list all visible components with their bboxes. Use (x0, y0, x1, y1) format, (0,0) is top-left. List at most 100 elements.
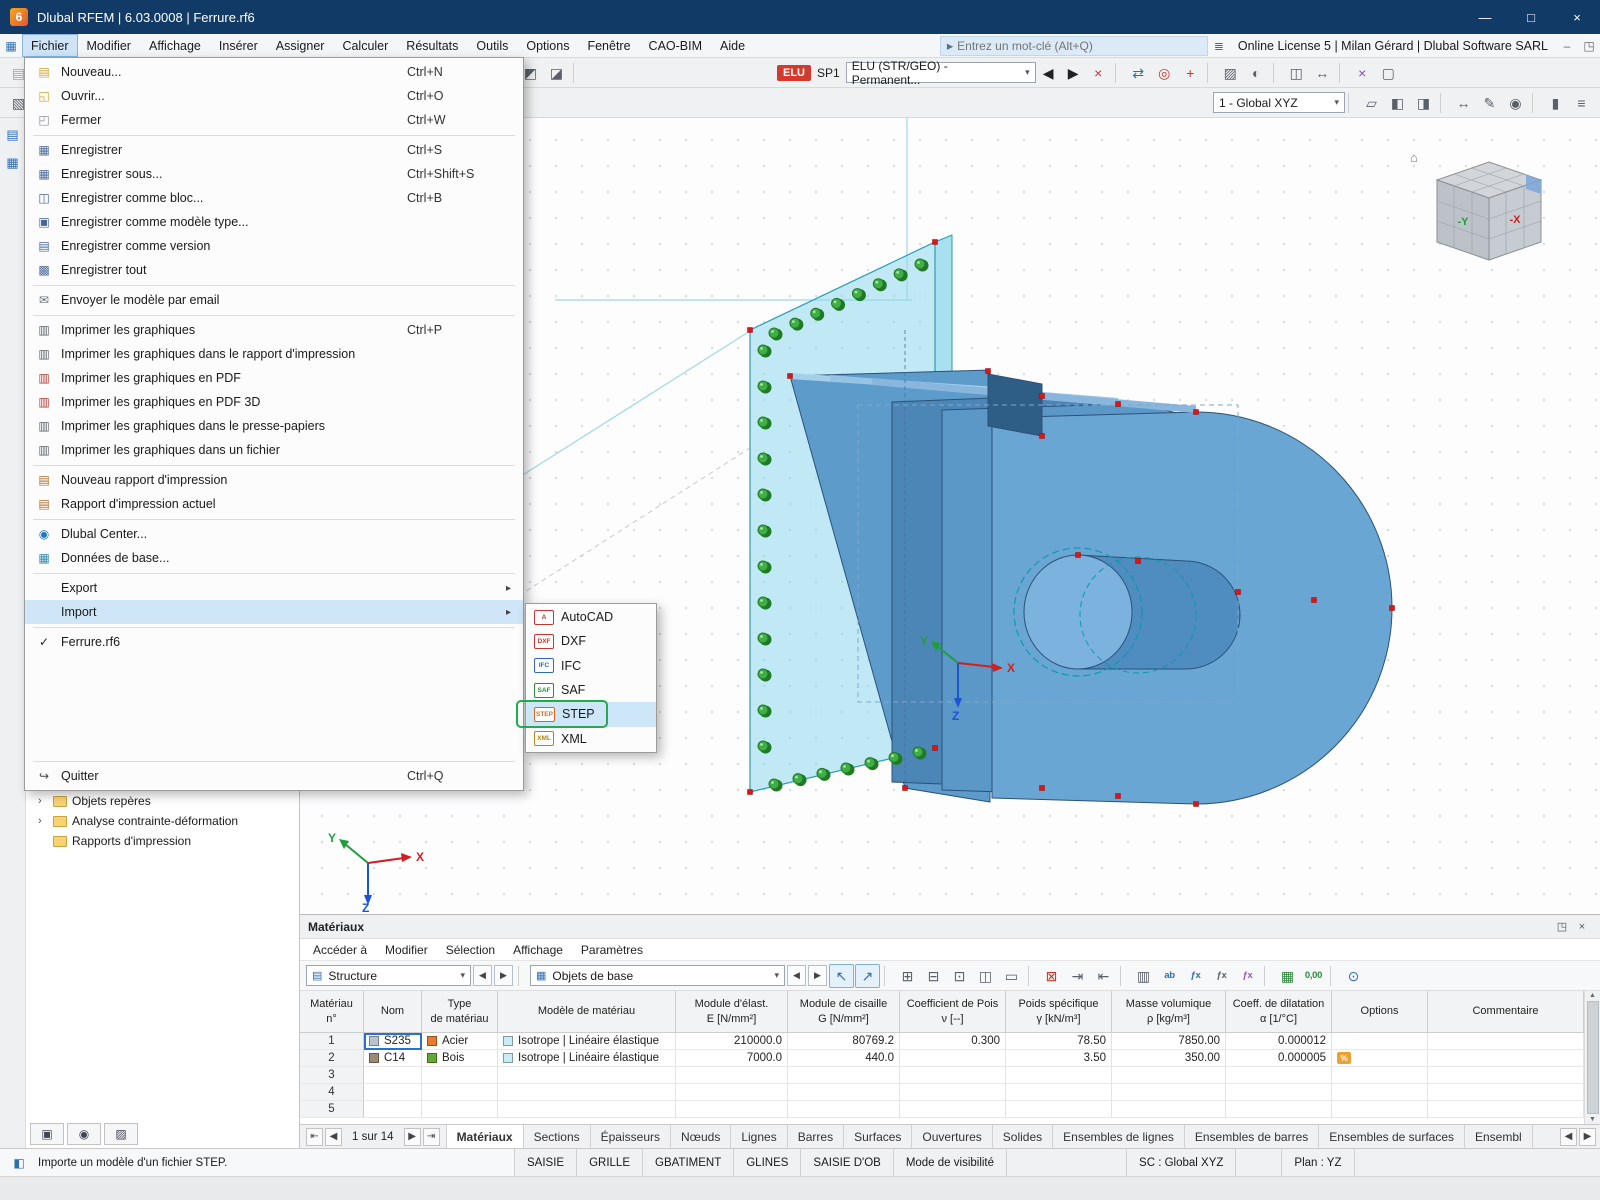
snap-target-icon[interactable]: ◎ (1152, 61, 1177, 85)
menu-affichage[interactable]: Affichage (140, 34, 210, 57)
sync-icon[interactable]: ⇄ (1126, 61, 1151, 85)
density-cell[interactable] (1112, 1101, 1226, 1118)
formula-edit-icon[interactable]: ƒx (1235, 964, 1260, 988)
filter-icon[interactable]: ⊠ (1039, 964, 1064, 988)
menu-fenetre[interactable]: Fenêtre (578, 34, 639, 57)
rendering-mode-icon[interactable]: ◐ (1244, 61, 1269, 85)
last-table-button[interactable]: ⇥ (422, 1127, 440, 1146)
file-menu-item[interactable]: ◫ Enregistrer comme bloc... Ctrl+B (25, 186, 523, 210)
tab-lignes[interactable]: Lignes (731, 1125, 788, 1148)
options-cell[interactable] (1332, 1101, 1428, 1118)
type-cell[interactable] (422, 1084, 498, 1101)
status-gbatiment[interactable]: GBATIMENT (643, 1149, 735, 1176)
status-work-plane[interactable]: Plan : YZ (1282, 1149, 1355, 1176)
shear-modulus-cell[interactable]: 80769.2 (788, 1033, 900, 1050)
file-menu-item[interactable]: ▤ Nouveau... Ctrl+N (25, 60, 523, 84)
model-cell[interactable] (498, 1084, 676, 1101)
table-columns-icon[interactable]: ▦ (1275, 964, 1300, 988)
configuration-icon[interactable]: ≡ (1569, 91, 1594, 115)
quick-access-icon[interactable]: ▦ (0, 39, 22, 53)
chevron-right-icon[interactable]: › (38, 795, 48, 807)
import-submenu-item[interactable]: DXF DXF (526, 629, 656, 653)
display-manager-button[interactable]: ▣ (30, 1123, 64, 1145)
import-submenu-item[interactable]: SAF SAF (526, 678, 656, 702)
table-scrollbar[interactable]: ▲ ▼ (1584, 991, 1600, 1124)
dilatation-cell[interactable] (1226, 1101, 1332, 1118)
name-cell[interactable]: S235 (364, 1033, 422, 1050)
mat-menu-affichage[interactable]: Affichage (504, 939, 572, 960)
measure-icon[interactable]: ↔ (1310, 61, 1335, 85)
previous-table-button[interactable]: ◀ (325, 1127, 342, 1146)
select-in-graphic-icon[interactable]: ↗ (855, 963, 880, 988)
menu-outils[interactable]: Outils (467, 34, 517, 57)
type-cell[interactable]: Acier (422, 1033, 498, 1050)
shear-modulus-cell[interactable]: 440.0 (788, 1050, 900, 1067)
license-list-icon[interactable]: ≣ (1208, 39, 1230, 53)
comment-cell[interactable] (1428, 1067, 1584, 1084)
density-cell[interactable]: 7850.00 (1112, 1033, 1226, 1050)
camera-button[interactable]: ▨ (104, 1123, 138, 1145)
next-table-button[interactable]: ▶ (494, 965, 513, 986)
menu-fichier[interactable]: Fichier (22, 34, 78, 57)
float-panel-icon[interactable]: ◳ (1552, 920, 1572, 933)
specific-weight-cell[interactable]: 3.50 (1006, 1050, 1112, 1067)
status-mode-visibilite[interactable]: Mode de visibilité (894, 1149, 1008, 1176)
tabs-scroll-left-button[interactable]: ◀ (1560, 1127, 1577, 1146)
comment-icon[interactable]: ✎ (1477, 91, 1502, 115)
file-menu-item[interactable]: ▦ Enregistrer sous... Ctrl+Shift+S (25, 162, 523, 186)
formula-icon[interactable]: ƒx (1183, 964, 1208, 988)
previous-category-button[interactable]: ◀ (787, 965, 806, 986)
elastic-modulus-cell[interactable] (676, 1084, 788, 1101)
menu-calculer[interactable]: Calculer (333, 34, 397, 57)
dilatation-cell[interactable] (1226, 1084, 1332, 1101)
tab-epaisseurs[interactable]: Épaisseurs (591, 1125, 671, 1148)
specific-weight-cell[interactable] (1006, 1101, 1112, 1118)
type-cell[interactable] (422, 1067, 498, 1084)
file-menu-item[interactable]: Export ▸ (25, 573, 523, 600)
work-plane-icon[interactable]: ▱ (1359, 91, 1384, 115)
visibility-eye-button[interactable]: ◉ (67, 1123, 101, 1145)
dilatation-cell[interactable]: 0.000005 (1226, 1050, 1332, 1067)
file-menu-item[interactable]: ▥ Imprimer les graphiques dans le presse… (25, 414, 523, 438)
tables-dock-icon[interactable]: ▦ (4, 154, 22, 172)
navigator-dock-icon[interactable]: ▤ (4, 126, 22, 144)
import-submenu-item[interactable]: XML XML (526, 727, 656, 751)
spell-check-icon[interactable]: ab (1157, 964, 1182, 988)
file-menu-item[interactable]: ▥ Imprimer les graphiques dans un fichie… (25, 438, 523, 462)
density-cell[interactable] (1112, 1084, 1226, 1101)
menu-cao-bim[interactable]: CAO-BIM (640, 34, 711, 57)
name-cell[interactable] (364, 1101, 422, 1118)
mat-menu-selection[interactable]: Sélection (437, 939, 504, 960)
options-cell[interactable] (1332, 1067, 1428, 1084)
next-table-button[interactable]: ▶ (403, 1127, 421, 1146)
type-cell[interactable]: Bois (422, 1050, 498, 1067)
copy-row-icon[interactable]: ◫ (973, 964, 998, 988)
export-table-icon[interactable]: ⇤ (1091, 964, 1116, 988)
navigation-cube[interactable]: ⌂ -Y -X (1410, 150, 1543, 261)
name-cell[interactable] (364, 1067, 422, 1084)
options-cell[interactable]: % (1332, 1050, 1428, 1067)
status-coordinate-system[interactable]: SC : Global XYZ (1127, 1149, 1237, 1176)
delete-results-icon[interactable]: × (1350, 61, 1375, 85)
tab-surfaces[interactable]: Surfaces (844, 1125, 913, 1148)
status-saisie[interactable]: SAISIE (515, 1149, 578, 1176)
maximize-button[interactable]: □ (1508, 0, 1554, 34)
file-menu-item[interactable]: ↪ Quitter Ctrl+Q (25, 761, 523, 788)
cancel-calculation-icon[interactable]: × (1086, 61, 1111, 85)
file-menu-item[interactable]: ◱ Ouvrir... Ctrl+O (25, 84, 523, 108)
menu-aide[interactable]: Aide (711, 34, 754, 57)
elastic-modulus-cell[interactable] (676, 1101, 788, 1118)
specific-weight-cell[interactable]: 78.50 (1006, 1033, 1112, 1050)
status-glines[interactable]: GLINES (734, 1149, 802, 1176)
file-menu-item[interactable]: ✉ Envoyer le modèle par email (25, 285, 523, 312)
poisson-cell[interactable] (900, 1101, 1006, 1118)
coordinate-system-icon[interactable]: + (1178, 61, 1203, 85)
tab-ensembles-surfaces[interactable]: Ensembles de surfaces (1319, 1125, 1465, 1148)
plane-yz-icon[interactable]: ◨ (1411, 91, 1436, 115)
import-submenu-item[interactable]: STEP STEP (526, 702, 656, 727)
mat-menu-parametres[interactable]: Paramètres (572, 939, 652, 960)
scrollbar-thumb[interactable] (1586, 1001, 1599, 1114)
density-cell[interactable]: 350.00 (1112, 1050, 1226, 1067)
file-menu-item[interactable]: ▥ Imprimer les graphiques en PDF (25, 366, 523, 390)
add-row-icon[interactable]: ⊞ (895, 964, 920, 988)
